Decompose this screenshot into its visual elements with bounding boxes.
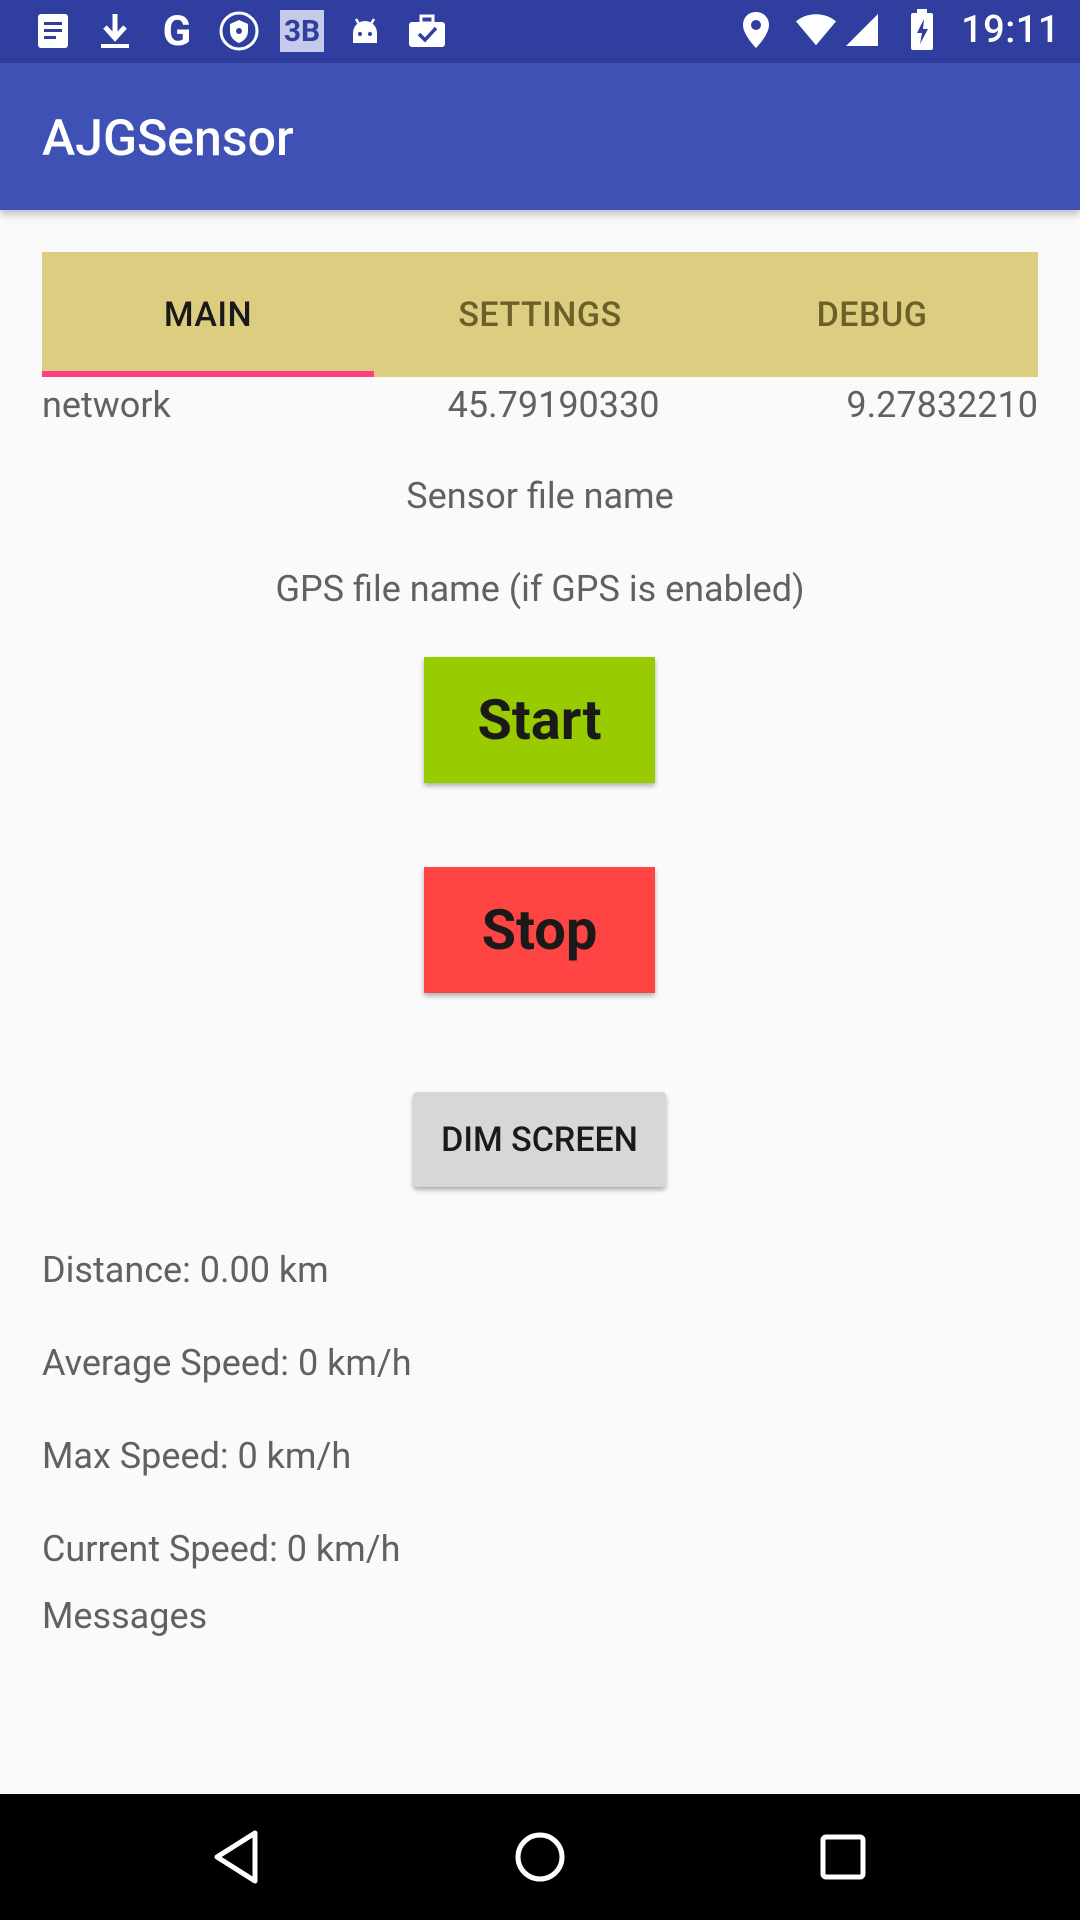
average-speed-text: Average Speed: 0 km/h: [42, 1342, 412, 1384]
document-icon: [32, 10, 74, 52]
android-icon: [344, 10, 386, 52]
home-icon[interactable]: [500, 1817, 580, 1897]
latitude-value: 45.79190330: [447, 384, 660, 426]
current-speed-text: Current Speed: 0 km/h: [42, 1528, 401, 1570]
bb-icon: 3B: [280, 10, 324, 52]
download-icon: [94, 10, 136, 52]
system-icons: 19:11: [735, 8, 1060, 52]
wifi-icon: [795, 9, 837, 51]
status-bar: G 3B 19:11: [0, 0, 1080, 63]
start-button[interactable]: Start: [424, 657, 655, 783]
tab-debug[interactable]: DEBUG: [706, 252, 1038, 377]
app-title: AJGSensor: [42, 110, 294, 168]
tab-settings[interactable]: SETTINGS: [374, 252, 706, 377]
shield-icon: [218, 10, 260, 52]
gps-file-name: GPS file name (if GPS is enabled): [275, 568, 805, 610]
longitude-value: 9.27832210: [846, 384, 1038, 426]
clock: 19:11: [961, 8, 1060, 52]
google-icon: G: [162, 6, 192, 56]
notification-icons: G 3B: [32, 6, 448, 56]
recents-icon[interactable]: [803, 1817, 883, 1897]
distance-text: Distance: 0.00 km: [42, 1249, 329, 1291]
signal-icon: [841, 9, 883, 51]
location-icon: [735, 9, 777, 51]
location-provider: network: [42, 384, 171, 426]
tab-main[interactable]: MAIN: [42, 252, 374, 377]
briefcase-check-icon: [406, 10, 448, 52]
battery-charging-icon: [901, 9, 943, 51]
back-icon[interactable]: [196, 1817, 276, 1897]
location-row: network 45.79190330 9.27832210: [42, 380, 1038, 430]
dim-screen-button[interactable]: DIM SCREEN: [413, 1092, 666, 1187]
max-speed-text: Max Speed: 0 km/h: [42, 1435, 352, 1477]
messages-text: Messages: [42, 1595, 208, 1637]
stop-button[interactable]: Stop: [424, 867, 655, 993]
sensor-file-name: Sensor file name: [406, 475, 674, 517]
navigation-bar: [0, 1794, 1080, 1920]
app-bar: AJGSensor: [0, 63, 1080, 210]
tab-bar: MAIN SETTINGS DEBUG: [42, 252, 1038, 377]
